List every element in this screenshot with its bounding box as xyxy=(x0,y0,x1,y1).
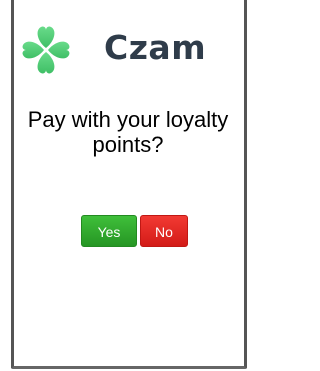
yes-button[interactable]: Yes xyxy=(81,215,137,247)
loyalty-question: Pay with your loyalty points? xyxy=(27,107,229,157)
brand-logo: Czam xyxy=(20,24,232,76)
clover-icon xyxy=(22,26,70,74)
no-button[interactable]: No xyxy=(140,215,188,247)
brand-name: Czam xyxy=(104,28,207,67)
